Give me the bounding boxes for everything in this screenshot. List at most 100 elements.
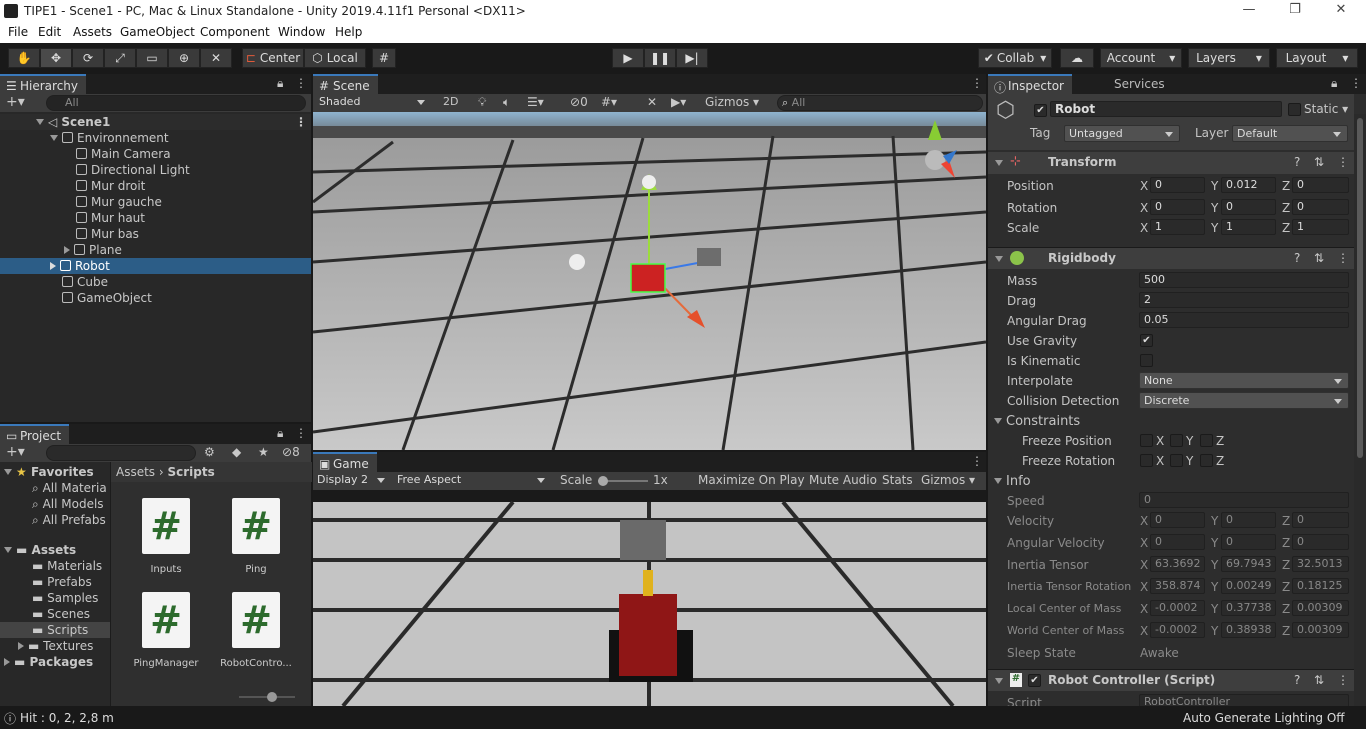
stats-toggle[interactable]: Stats (882, 473, 913, 487)
robot-object[interactable] (630, 263, 666, 293)
play-button[interactable]: ▶ (612, 48, 644, 68)
list-item[interactable]: Mur droit (76, 178, 145, 194)
rotation-z-field[interactable]: 0 (1292, 199, 1349, 215)
tag-dropdown[interactable]: Untagged (1064, 125, 1180, 142)
static-label[interactable]: Static ▾ (1304, 102, 1348, 116)
more-icon[interactable]: ⋮ (1337, 251, 1349, 265)
assets-root-item[interactable]: ▬ Assets (4, 542, 76, 558)
list-item[interactable]: Mur haut (76, 210, 145, 226)
tab-inspector[interactable]: ⓘ Inspector (988, 74, 1072, 95)
tools-icon[interactable]: ✕ (647, 95, 657, 109)
list-item[interactable]: ▬ Textures (18, 638, 93, 654)
pivot-local-button[interactable]: ⬡ Local (304, 48, 366, 68)
gizmos-dropdown[interactable]: Gizmos ▾ (921, 473, 975, 487)
list-item[interactable]: Environnement (50, 130, 169, 146)
custom-tool-icon[interactable]: ✕ (200, 48, 232, 68)
scene-search-input[interactable]: ⌕ All (777, 95, 983, 111)
game-viewport[interactable] (313, 490, 986, 706)
list-item-selected[interactable]: ▬ Scripts (0, 622, 110, 638)
more-icon[interactable]: ⋮ (295, 76, 307, 90)
scale-y-field[interactable]: 1 (1221, 219, 1276, 235)
layers-dropdown[interactable]: Layers ▾ (1188, 48, 1270, 68)
use-gravity-checkbox[interactable]: ✔ (1140, 334, 1153, 347)
scale-slider[interactable] (598, 476, 648, 486)
transform-header[interactable]: ⊹ Transform ? ⇅ ⋮ (988, 152, 1354, 174)
list-item[interactable]: ▬ Materials (32, 558, 102, 574)
scene-row[interactable]: ◁ Scene1 ⋮ (0, 114, 311, 130)
shading-mode-dropdown[interactable]: Shaded (315, 94, 431, 111)
more-icon[interactable]: ⋮ (1350, 76, 1362, 90)
layout-dropdown[interactable]: Layout ▾ (1276, 48, 1358, 68)
gizmos-dropdown[interactable]: Gizmos ▾ (705, 95, 759, 109)
restore-button[interactable]: ❐ (1275, 2, 1315, 20)
label-icon[interactable]: ◆ (232, 445, 241, 459)
preset-icon[interactable]: ⇅ (1314, 155, 1324, 169)
preset-icon[interactable]: ⇅ (1314, 673, 1324, 687)
console-message[interactable]: Hit : 0, 2, 2,8 m (20, 711, 114, 725)
lock-icon[interactable]: 🔒︎ (277, 426, 283, 441)
menu-help[interactable]: Help (335, 25, 362, 39)
grid-toggle-icon[interactable]: #▾ (601, 95, 617, 109)
position-x-field[interactable]: 0 (1150, 177, 1205, 193)
mode-2d-toggle[interactable]: 2D (439, 95, 462, 108)
list-item[interactable]: ⌕ All Models (32, 496, 104, 512)
add-icon[interactable]: +▾ (6, 94, 25, 110)
account-dropdown[interactable]: Account ▾ (1100, 48, 1182, 68)
script-header[interactable]: # ✔ Robot Controller (Script) ? ⇅ ⋮ (988, 669, 1354, 691)
rotation-x-field[interactable]: 0 (1150, 199, 1205, 215)
list-item[interactable]: ▬ Prefabs (32, 574, 92, 590)
inspector-scrollbar[interactable] (1354, 114, 1366, 706)
pause-button[interactable]: ❚❚ (644, 48, 676, 68)
maximize-on-play-toggle[interactable]: Maximize On Play (698, 473, 805, 487)
menu-file[interactable]: File (8, 25, 28, 39)
rotate-tool-icon[interactable]: ⟳ (72, 48, 104, 68)
breadcrumb-root[interactable]: Assets (116, 465, 155, 479)
position-y-field[interactable]: 0.012 (1221, 177, 1276, 193)
preset-icon[interactable]: ⇅ (1314, 251, 1324, 265)
close-button[interactable]: ✕ (1321, 2, 1361, 20)
script-enabled-checkbox[interactable]: ✔ (1028, 674, 1041, 687)
grid-snap-icon[interactable]: # (372, 48, 396, 68)
freeze-rot-x-checkbox[interactable] (1140, 454, 1153, 467)
effects-toggle-icon[interactable]: ☰▾ (527, 95, 544, 109)
lock-icon[interactable]: 🔒︎ (1331, 76, 1337, 91)
menu-edit[interactable]: Edit (38, 25, 61, 39)
list-item[interactable]: ⌕ All Materia (32, 480, 107, 496)
lock-icon[interactable]: 🔒︎ (277, 76, 283, 91)
freeze-pos-z-checkbox[interactable] (1200, 434, 1213, 447)
list-item[interactable]: GameObject (62, 290, 152, 306)
list-item[interactable]: Main Camera (76, 146, 171, 162)
minimize-button[interactable]: — (1229, 2, 1269, 20)
rect-tool-icon[interactable]: ▭ (136, 48, 168, 68)
tab-game[interactable]: ▣ Game (313, 452, 377, 473)
mute-audio-toggle[interactable]: Mute Audio (809, 473, 877, 487)
cloud-icon[interactable]: ☁ (1060, 48, 1094, 68)
more-icon[interactable]: ⋮ (971, 454, 983, 468)
list-item[interactable]: Plane (64, 242, 122, 258)
scale-z-field[interactable]: 1 (1292, 219, 1349, 235)
collab-button[interactable]: ✔ Collab ▾ (978, 48, 1052, 68)
menu-gameobject[interactable]: GameObject (120, 25, 195, 39)
freeze-pos-y-checkbox[interactable] (1170, 434, 1183, 447)
list-item-selected[interactable]: Robot (0, 258, 311, 274)
scale-x-field[interactable]: 1 (1150, 219, 1205, 235)
aspect-dropdown[interactable]: Free Aspect (393, 472, 551, 489)
tab-hierarchy[interactable]: ☰ Hierarchy (0, 74, 87, 95)
rotation-y-field[interactable]: 0 (1221, 199, 1276, 215)
more-icon[interactable]: ⋮ (971, 76, 983, 90)
freeze-pos-x-checkbox[interactable] (1140, 434, 1153, 447)
menu-window[interactable]: Window (278, 25, 325, 39)
display-dropdown[interactable]: Display 2 (313, 472, 391, 489)
constraints-foldout[interactable]: Constraints (994, 414, 1080, 429)
list-item[interactable]: Cube (62, 274, 108, 290)
breadcrumb-leaf[interactable]: Scripts (168, 465, 215, 479)
hierarchy-search-input[interactable]: All (46, 95, 306, 111)
layer-dropdown[interactable]: Default (1232, 125, 1348, 142)
angular-drag-field[interactable]: 0.05 (1139, 312, 1349, 328)
freeze-rot-z-checkbox[interactable] (1200, 454, 1213, 467)
icon-size-slider[interactable] (239, 692, 295, 702)
more-icon[interactable]: ⋮ (295, 114, 307, 130)
help-icon[interactable]: ? (1294, 251, 1300, 265)
position-z-field[interactable]: 0 (1292, 177, 1349, 193)
help-icon[interactable]: ? (1294, 155, 1300, 169)
